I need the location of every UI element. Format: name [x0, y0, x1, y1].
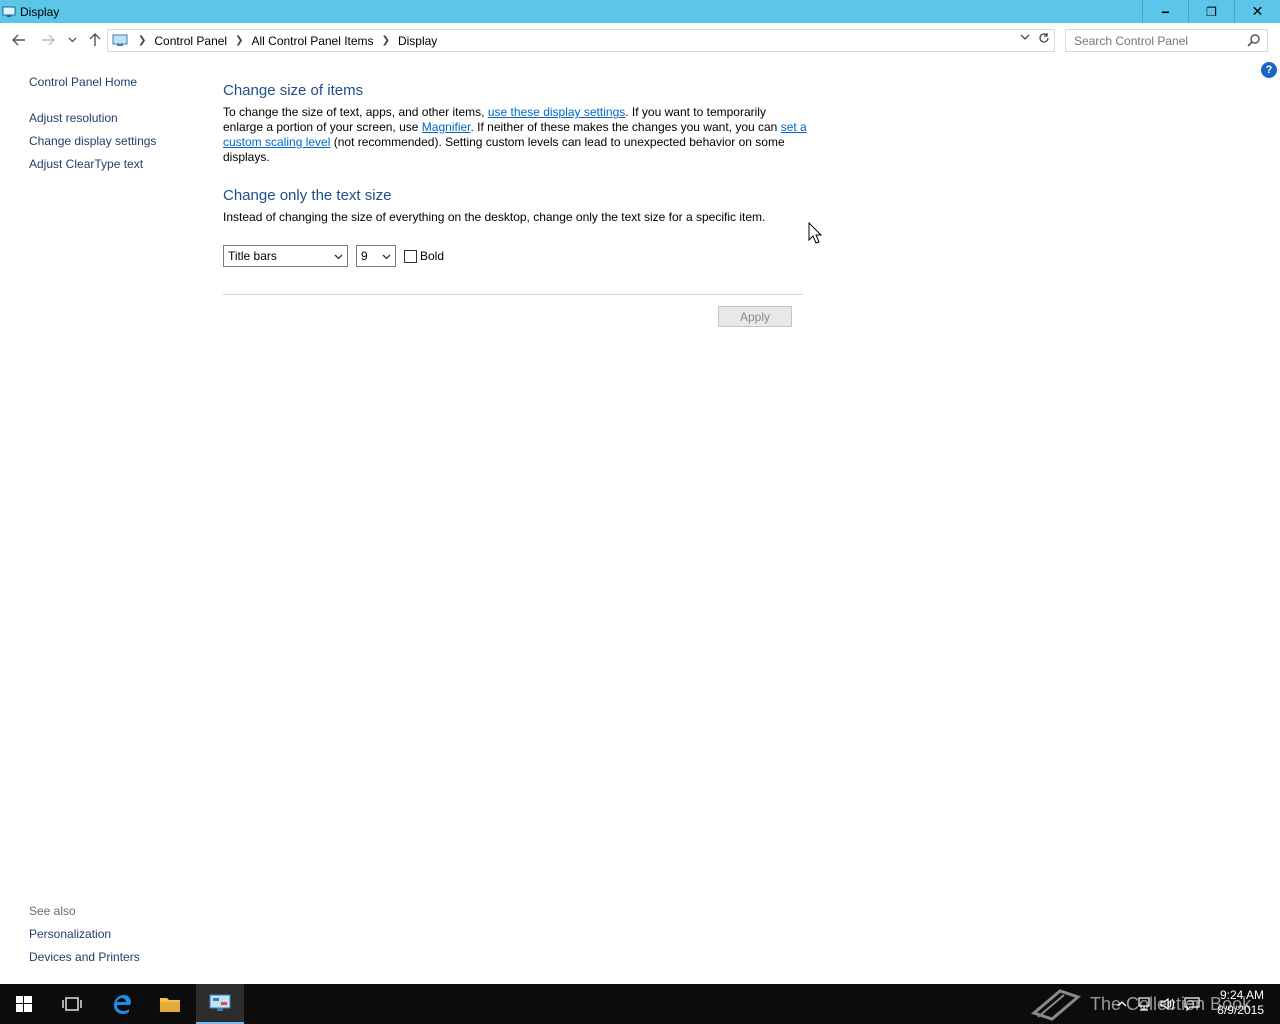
- chevron-up-icon: [1117, 1001, 1127, 1007]
- clock-date: 8/9/2015: [1217, 1003, 1264, 1017]
- breadcrumb-all-items[interactable]: All Control Panel Items: [252, 34, 374, 48]
- task-view-icon: [62, 997, 82, 1011]
- window-controls: − ❐ ✕: [1142, 0, 1280, 23]
- see-also-heading: See also: [29, 904, 76, 918]
- action-center-button[interactable]: [1180, 997, 1204, 1011]
- divider: [223, 294, 803, 295]
- refresh-icon: [1039, 33, 1049, 43]
- item-select[interactable]: Title bars: [223, 245, 348, 267]
- control-panel-home-link[interactable]: Control Panel Home: [29, 75, 137, 89]
- search-input[interactable]: [1074, 33, 1244, 48]
- edge-browser-button[interactable]: [98, 984, 146, 1024]
- close-icon: ✕: [1251, 3, 1264, 19]
- chevron-down-icon: [382, 248, 391, 263]
- adjust-resolution-link[interactable]: Adjust resolution: [29, 111, 118, 125]
- restore-icon: ❐: [1206, 4, 1217, 19]
- back-arrow-icon: [12, 34, 25, 46]
- control-panel-taskbar-button[interactable]: [196, 984, 244, 1024]
- edge-icon: [114, 995, 131, 1014]
- change-size-heading: Change size of items: [223, 82, 364, 99]
- item-select-value: Title bars: [228, 249, 277, 263]
- volume-button[interactable]: [1156, 997, 1180, 1011]
- recent-locations-button[interactable]: [62, 29, 82, 51]
- adjust-cleartype-link[interactable]: Adjust ClearType text: [29, 157, 143, 171]
- breadcrumb-separator[interactable]: ❯: [235, 35, 243, 46]
- up-arrow-icon: [89, 33, 101, 46]
- navigation-bar: ❯ Control Panel ❯ All Control Panel Item…: [0, 23, 1280, 58]
- file-explorer-button[interactable]: [146, 984, 194, 1024]
- window-title: Display: [20, 4, 60, 19]
- magnifier-link[interactable]: Magnifier: [422, 120, 471, 134]
- mouse-pointer-icon: [808, 222, 822, 244]
- bold-checkbox-group[interactable]: Bold: [404, 249, 444, 263]
- show-hidden-icons-button[interactable]: [1112, 1001, 1132, 1007]
- font-size-select[interactable]: 9: [356, 245, 396, 267]
- back-button[interactable]: [9, 29, 29, 51]
- devices-and-printers-link[interactable]: Devices and Printers: [29, 950, 140, 964]
- task-view-button[interactable]: [48, 984, 96, 1024]
- title-bar: Display − ❐ ✕: [0, 0, 1280, 23]
- clock-time: 9:24 AM: [1219, 988, 1264, 1002]
- bold-checkbox[interactable]: [404, 249, 417, 263]
- description-text: . If neither of these makes the changes …: [470, 120, 781, 134]
- breadcrumb-separator: ❯: [138, 35, 147, 46]
- bold-label[interactable]: Bold: [420, 249, 444, 263]
- chevron-down-icon: [68, 37, 76, 43]
- network-button[interactable]: [1132, 997, 1156, 1011]
- network-icon: [1138, 997, 1150, 1011]
- description-text: To change the size of text, apps, and ot…: [223, 105, 488, 119]
- change-text-size-description: Instead of changing the size of everythi…: [223, 210, 766, 224]
- close-button[interactable]: ✕: [1234, 0, 1280, 23]
- folder-icon: [160, 998, 180, 1012]
- restore-button[interactable]: ❐: [1188, 0, 1234, 23]
- display-settings-link[interactable]: use these display settings: [488, 105, 625, 119]
- control-panel-icon: [112, 34, 130, 47]
- breadcrumb-control-panel[interactable]: Control Panel: [154, 34, 227, 48]
- display-app-icon: [2, 5, 16, 19]
- change-text-size-heading: Change only the text size: [223, 187, 392, 204]
- breadcrumb-separator[interactable]: ❯: [382, 35, 390, 46]
- address-bar[interactable]: ❯ Control Panel ❯ All Control Panel Item…: [107, 29, 1055, 52]
- system-tray: [1112, 984, 1204, 1024]
- chevron-down-icon: [334, 248, 343, 263]
- start-button[interactable]: [0, 984, 48, 1024]
- personalization-link[interactable]: Personalization: [29, 927, 111, 941]
- clock[interactable]: 9:24 AM 8/9/2015: [1217, 988, 1264, 1018]
- forward-button[interactable]: [38, 29, 58, 51]
- font-size-select-value: 9: [361, 249, 368, 263]
- breadcrumb-display[interactable]: Display: [398, 34, 437, 48]
- up-button[interactable]: [85, 29, 105, 51]
- minimize-button[interactable]: −: [1142, 0, 1188, 23]
- change-size-description: To change the size of text, apps, and ot…: [223, 105, 808, 165]
- control-panel-icon: [209, 994, 231, 1011]
- apply-button[interactable]: Apply: [718, 306, 792, 327]
- change-display-settings-link[interactable]: Change display settings: [29, 134, 156, 148]
- notification-icon: [1184, 997, 1200, 1011]
- speaker-icon: [1160, 997, 1175, 1011]
- address-history-button[interactable]: [1020, 33, 1030, 44]
- help-icon[interactable]: ?: [1261, 62, 1277, 78]
- chevron-down-icon: [1020, 34, 1030, 40]
- forward-arrow-icon: [42, 34, 55, 46]
- search-icon[interactable]: [1247, 33, 1261, 50]
- taskbar: The Collection Book 9:24 AM 8/9/2015: [0, 984, 1280, 1024]
- minimize-icon: −: [1161, 3, 1170, 20]
- search-box[interactable]: [1065, 29, 1268, 52]
- book-icon: [1030, 989, 1082, 1021]
- windows-logo-icon: [16, 996, 32, 1012]
- refresh-button[interactable]: [1038, 31, 1050, 47]
